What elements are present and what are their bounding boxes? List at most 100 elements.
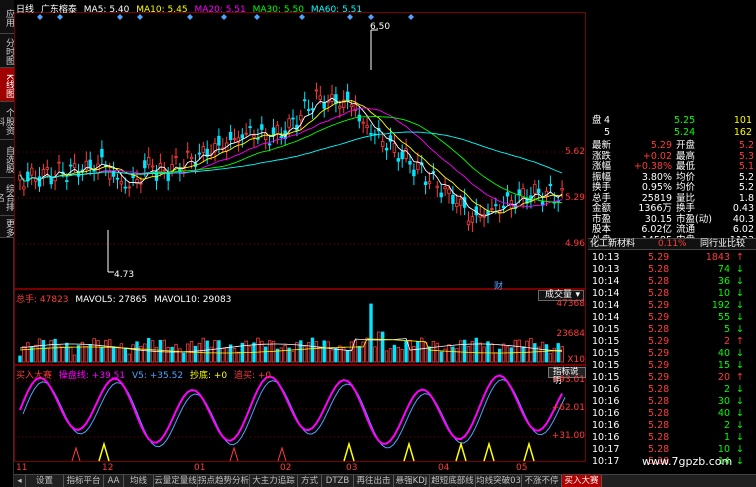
sector-name: 化工新材料	[590, 239, 636, 249]
candle-body	[49, 176, 53, 185]
candle-body	[458, 198, 463, 206]
tick-row[interactable]: 10:15 5.29 20 ↑	[590, 372, 754, 384]
arrow-down-icon: ↓	[736, 420, 744, 431]
tick-row[interactable]: 10:15 5.29 2 ↑	[590, 336, 754, 348]
indicator-tab[interactable]: 拐点趋势分析	[198, 475, 250, 487]
candle-body	[455, 202, 459, 208]
volume-bar	[33, 344, 38, 363]
indicator-tab[interactable]: 买入大赛	[562, 475, 602, 487]
candle-body	[228, 131, 233, 141]
time-axis-label: 12	[102, 463, 114, 473]
tick-row[interactable]: 10:14 5.28 36 ↓	[590, 276, 754, 288]
volume-bar	[517, 339, 521, 363]
left-tab-6[interactable]: 综合排名	[0, 178, 14, 216]
chart-area[interactable]: 日线 广东榕泰 MA5: 5.40 MA10: 5.45 MA20: 5.51 …	[14, 0, 586, 474]
volume-bar	[22, 345, 26, 363]
tick-row[interactable]: 10:14 5.29 55 ↓	[590, 312, 754, 324]
left-tab-2[interactable]: 分时图	[0, 34, 14, 68]
arrow-up-icon: ↑	[736, 372, 744, 383]
volume-bar	[244, 340, 248, 363]
finance-marker[interactable]: 财	[494, 279, 503, 292]
buy-signal-marker	[403, 441, 415, 462]
left-tab-3[interactable]: K线图	[0, 68, 14, 102]
volume-bar	[18, 355, 22, 363]
candle-body	[41, 169, 46, 177]
tick-row[interactable]: 10:15 5.28 5 ↓	[590, 324, 754, 336]
scroll-left-icon[interactable]: ◂	[14, 475, 26, 487]
indicator-tab[interactable]: 再往出击	[354, 475, 394, 487]
volume-bar	[505, 346, 510, 363]
tick-row[interactable]: 10:13 5.28 74 ↓	[590, 264, 754, 276]
candle-body	[365, 125, 369, 128]
quote-label: 量比	[676, 192, 696, 204]
candle-body	[435, 185, 439, 188]
tick-price: 5.28	[648, 420, 670, 431]
indicator-tab[interactable]: 设置	[26, 475, 64, 487]
candle-body	[240, 134, 244, 139]
quote-panel: 盘 4 5.25 101 5 5.24 162 最新 5.29 开盘 5.2 涨跌 +0.02 最高 5.…	[588, 0, 756, 474]
candle-body	[287, 118, 291, 128]
indicator-tab[interactable]: 云量定量线	[154, 475, 198, 487]
tick-row[interactable]: 10:16 5.28 2 ↓	[590, 384, 754, 396]
kline-chart[interactable]	[14, 0, 586, 474]
indicator-tab[interactable]: 不涨不停	[522, 475, 562, 487]
indicator-tab[interactable]: 大主力追踪	[250, 475, 298, 487]
volume-bar	[248, 345, 252, 363]
indicator-tab[interactable]: 超短底部线	[430, 475, 476, 487]
candle-body	[170, 164, 174, 172]
tick-time: 10:14	[592, 312, 620, 323]
tick-row[interactable]: 10:16 5.28 30 ↓	[590, 396, 754, 408]
candle-body	[248, 126, 252, 129]
tick-row[interactable]: 10:16 5.28 2 ↓	[590, 420, 754, 432]
indicator-tab[interactable]: 方式	[298, 475, 322, 487]
candle-body	[494, 204, 498, 207]
volume-bar	[127, 353, 131, 363]
left-tab-7[interactable]: 更多	[0, 216, 14, 238]
left-tab-4[interactable]: 个股资料	[0, 102, 14, 140]
candle-body	[123, 186, 127, 189]
indicator-tab[interactable]: 均线突破03	[476, 475, 522, 487]
candle-body	[185, 150, 190, 153]
tick-row[interactable]: 10:15 5.29 40 ↓	[590, 348, 754, 360]
tick-row[interactable]: 10:14 5.29 192 ↓	[590, 300, 754, 312]
indicator-axis-3: +31.00	[551, 431, 585, 441]
tick-row[interactable]: 10:15 5.29 15 ↓	[590, 360, 754, 372]
volume-bar	[521, 346, 525, 363]
sector-bar[interactable]: 化工新材料 0.11% 同行业比较	[588, 238, 756, 250]
sector-compare-link[interactable]: 同行业比较	[700, 239, 745, 250]
tick-row[interactable]: 10:16 5.28 40 ↓	[590, 408, 754, 420]
left-tab-1[interactable]: 应用	[0, 0, 14, 34]
candle-body	[384, 147, 389, 151]
volume-bar	[131, 344, 135, 363]
volume-bar	[182, 352, 186, 363]
arrow-down-icon: ↓	[736, 432, 744, 443]
volume-bar	[380, 331, 385, 363]
candle-body	[439, 192, 443, 198]
quote-value: 5.2	[738, 182, 754, 193]
indicator-tab[interactable]: AA	[104, 475, 124, 487]
tick-row[interactable]: 10:14 5.28 10 ↓	[590, 288, 754, 300]
quote-value: 30.15	[644, 213, 672, 225]
volume-bar	[322, 340, 326, 363]
indicator-tab[interactable]: 均线	[124, 475, 154, 487]
quote-row: 股本 6.02亿 流通 6.02	[590, 224, 754, 235]
candle-body	[431, 171, 436, 173]
indicator-tab[interactable]: 指标平台	[64, 475, 104, 487]
left-tab-5[interactable]: 自选股	[0, 140, 14, 178]
candle-body	[306, 109, 311, 111]
tick-volume: 1	[723, 432, 730, 443]
volume-bar	[217, 340, 221, 363]
high-price-label: 6.50	[370, 22, 391, 32]
indicator-tab[interactable]: 悬强KDJ	[394, 475, 430, 487]
tick-volume: 55	[717, 312, 730, 323]
arrow-down-icon: ↓	[736, 288, 744, 299]
candle-body	[260, 124, 264, 130]
tick-row[interactable]: 10:16 5.28 1 ↓	[590, 432, 754, 444]
quote-value: 6.02亿	[641, 224, 672, 235]
tick-row[interactable]: 10:13 5.29 1843 ↑	[590, 252, 754, 264]
indicator-line2: V5: +35.52	[131, 371, 184, 381]
indicator-tab[interactable]: DTZB	[322, 475, 354, 487]
volume-bar	[158, 339, 163, 363]
tick-time: 10:15	[592, 336, 620, 347]
tick-price: 5.28	[648, 264, 670, 275]
